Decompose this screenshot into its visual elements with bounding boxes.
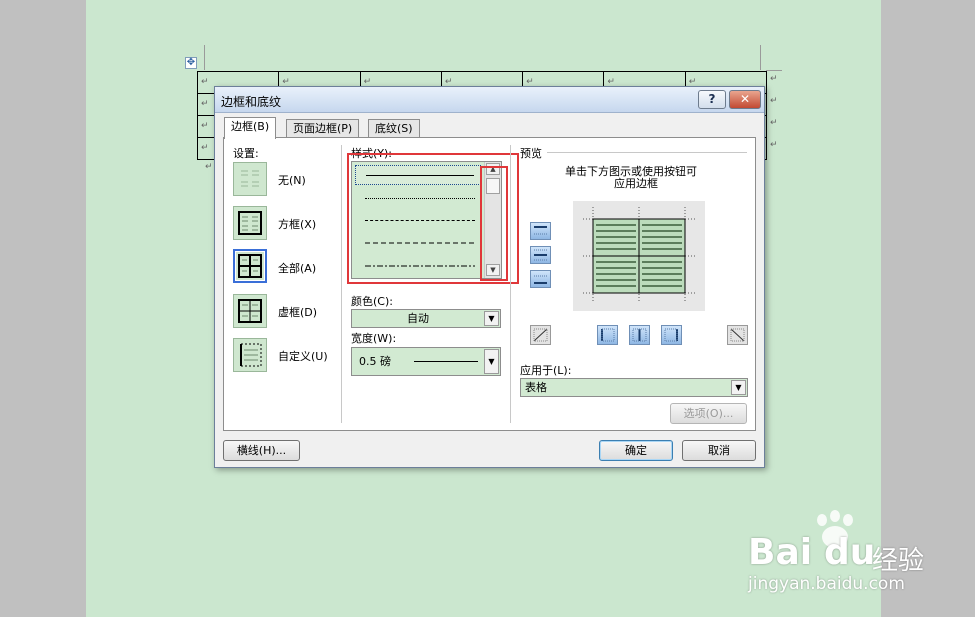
preview-hint-line2: 应用边框 <box>614 177 658 190</box>
settings-label: 设置: <box>233 147 259 160</box>
border-preview-diagram[interactable] <box>573 201 705 311</box>
tab-borders[interactable]: 边框(B) <box>224 117 277 139</box>
horizontal-line-button[interactable]: 横线(H)... <box>223 440 300 461</box>
row-end-mark: ↵ <box>770 140 778 150</box>
preview-heading-rule <box>547 152 747 153</box>
preview-label: 预览 <box>520 147 542 160</box>
apply-to-dropdown[interactable]: 表格 ▼ <box>520 378 748 397</box>
border-all-icon[interactable] <box>233 249 267 283</box>
border-custom-icon[interactable] <box>233 338 267 372</box>
apply-to-value: 表格 <box>525 381 547 394</box>
inside-vertical-border-icon[interactable] <box>629 325 650 345</box>
borders-and-shading-dialog: 边框和底纹 ? ✕ 边框(B) 页面边框(P) 底纹(S) 设置: 无(N) 方… <box>214 86 765 468</box>
bottom-border-icon[interactable] <box>530 270 551 288</box>
row-end-mark: ↵ <box>770 74 778 84</box>
apply-to-label: 应用于(L): <box>520 364 572 377</box>
dialog-titlebar[interactable]: 边框和底纹 ? ✕ <box>215 87 764 113</box>
ok-button[interactable]: 确定 <box>599 440 673 461</box>
chevron-down-icon[interactable]: ▼ <box>484 311 499 326</box>
border-box-icon[interactable] <box>233 206 267 240</box>
column-divider-left <box>341 145 342 423</box>
close-button[interactable]: ✕ <box>729 90 761 109</box>
highlight-scrollbar <box>480 166 508 281</box>
setting-none-label[interactable]: 无(N) <box>278 172 306 188</box>
row-end-mark: ↵ <box>770 96 778 106</box>
margin-mark-top-left <box>204 45 205 70</box>
width-label: 宽度(W): <box>351 332 397 345</box>
table-move-handle[interactable]: ✥ <box>185 57 197 69</box>
color-label: 颜色(C): <box>351 295 393 308</box>
help-button[interactable]: ? <box>698 90 726 109</box>
setting-box-label[interactable]: 方框(X) <box>278 216 316 232</box>
border-none-icon[interactable] <box>233 162 267 196</box>
left-border-icon[interactable] <box>597 325 618 345</box>
chevron-down-icon[interactable]: ▼ <box>731 380 746 395</box>
baidu-jingyan-watermark: Bai du 经验 jingyan.baidu.com <box>740 510 940 600</box>
watermark-product: 经验 <box>872 546 925 576</box>
color-value: 自动 <box>407 312 429 325</box>
setting-grid-label[interactable]: 虚框(D) <box>278 304 317 320</box>
paragraph-mark-after-table: ↵ <box>205 162 213 172</box>
color-dropdown[interactable]: 自动 ▼ <box>351 309 501 328</box>
border-grid-icon[interactable] <box>233 294 267 328</box>
paragraph-mark: ↵ <box>201 121 209 131</box>
top-border-icon[interactable] <box>530 222 551 240</box>
width-dropdown[interactable]: 0.5 磅 ▼ <box>351 347 501 376</box>
margin-mark-right-arm <box>766 70 782 71</box>
column-divider-right <box>510 145 511 423</box>
diagonal-down-border-icon[interactable] <box>530 325 551 345</box>
setting-all-label[interactable]: 全部(A) <box>278 260 316 276</box>
paragraph-mark: ↵ <box>201 143 209 153</box>
options-button[interactable]: 选项(O)... <box>670 403 747 424</box>
dialog-title: 边框和底纹 <box>221 95 282 109</box>
watermark-brand: Bai <box>748 532 813 573</box>
tab-page-border[interactable]: 页面边框(P) <box>286 119 360 138</box>
right-border-icon[interactable] <box>661 325 682 345</box>
paragraph-mark: ↵ <box>201 99 209 109</box>
inside-horizontal-border-icon[interactable] <box>530 246 551 264</box>
paragraph-mark: ↵ <box>201 77 209 87</box>
watermark-brand-suffix: du <box>824 532 876 573</box>
tab-shading[interactable]: 底纹(S) <box>368 119 420 138</box>
width-sample-line <box>414 361 478 362</box>
cancel-button[interactable]: 取消 <box>682 440 756 461</box>
setting-custom-label[interactable]: 自定义(U) <box>278 348 328 364</box>
diagonal-up-border-icon[interactable] <box>727 325 748 345</box>
row-end-mark: ↵ <box>770 118 778 128</box>
chevron-down-icon[interactable]: ▼ <box>484 349 499 374</box>
width-value: 0.5 磅 <box>359 355 391 368</box>
margin-mark-top-right <box>760 45 761 70</box>
watermark-url: jingyan.baidu.com <box>748 574 905 594</box>
workspace-left-gutter <box>0 0 86 617</box>
